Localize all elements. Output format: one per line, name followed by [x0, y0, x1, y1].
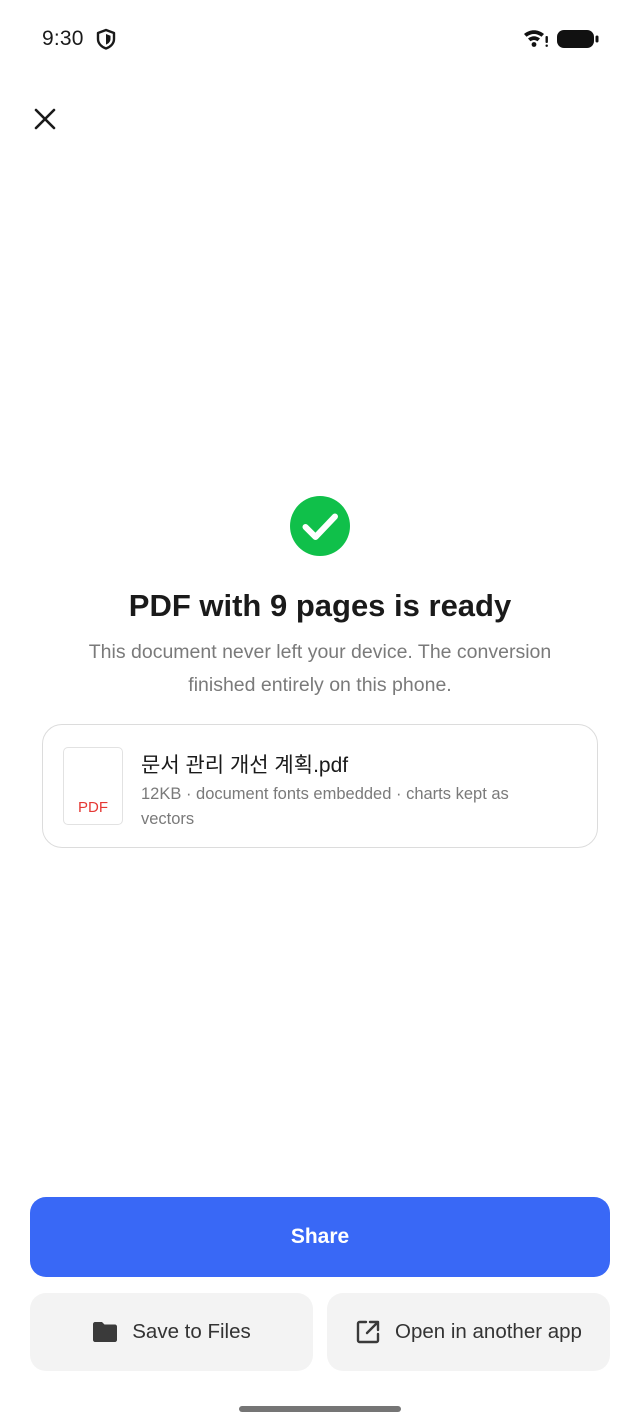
share-button-label: Share [290, 1225, 350, 1248]
page-title: PDF with 9 pages is ready [128, 588, 512, 623]
battery-icon [557, 30, 599, 48]
file-card: PDF 문서 관리 개선 계획.pdf 12KB · document font… [42, 724, 598, 848]
open-external-icon [356, 1320, 380, 1344]
open-in-another-app-label: Open in another app [395, 1320, 582, 1343]
home-indicator[interactable] [239, 1406, 401, 1412]
share-button[interactable]: Share [30, 1197, 610, 1277]
save-to-files-label: Save to Files [132, 1320, 251, 1343]
pdf-thumbnail-icon: PDF [63, 747, 123, 825]
close-button[interactable] [26, 100, 64, 138]
file-name: 문서 관리 개선 계획.pdf [141, 754, 349, 777]
status-time: 9:30 [42, 27, 84, 50]
save-to-files-button[interactable]: Save to Files [30, 1293, 313, 1371]
shield-icon [96, 28, 116, 50]
open-in-another-app-button[interactable]: Open in another app [327, 1293, 610, 1371]
export-ready-screen: 9:30 PDF with 9 pages is ready This docu… [0, 0, 640, 1428]
folder-icon [93, 1322, 118, 1342]
close-icon [34, 108, 56, 130]
status-bar: 9:30 [0, 0, 640, 78]
check-circle-icon [290, 496, 350, 556]
wifi-icon [524, 30, 548, 47]
pdf-thumb-label: PDF [78, 799, 108, 816]
file-meta: 12KB · document fonts embedded · charts … [141, 785, 509, 828]
privacy-subtitle: This document never left your device. Th… [88, 641, 552, 696]
